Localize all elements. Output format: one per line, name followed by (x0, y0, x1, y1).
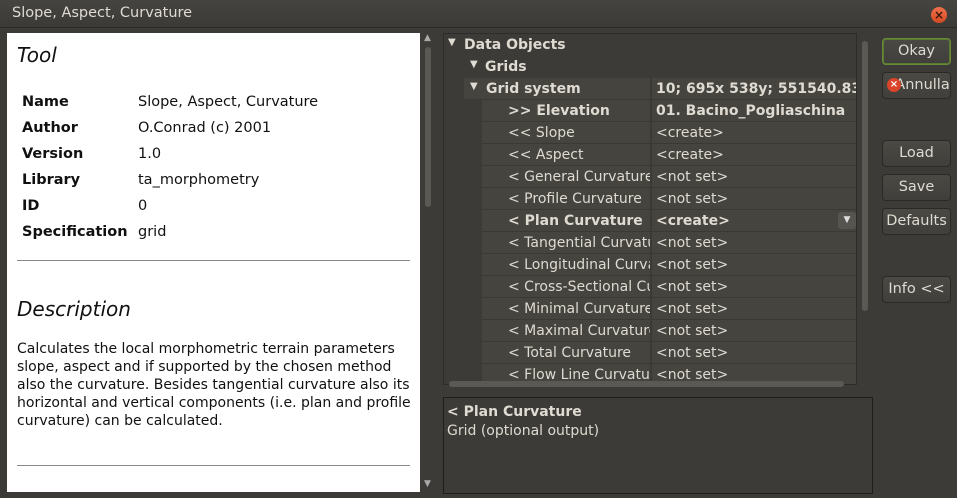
okay-button[interactable]: Okay (882, 38, 951, 65)
description-heading: Description (17, 297, 131, 321)
param-label: < Total Curvature (508, 345, 632, 361)
tool-info-table: Name Slope, Aspect, Curvature Author O.Con… (22, 89, 318, 245)
param-row-cross-sectional-curvature[interactable]: < Cross-Sectional Curvature <not set> (444, 276, 856, 298)
collapse-triangle-icon[interactable]: ▼ (448, 37, 456, 48)
tool-heading: Tool (17, 43, 57, 67)
param-row-tangential-curvature[interactable]: < Tangential Curvature <not set> (444, 232, 856, 254)
param-label: < Plan Curvature (508, 213, 643, 229)
parameter-description-box: < Plan Curvature Grid (optional output) (443, 397, 873, 494)
category-label: Grids (485, 59, 527, 75)
collapse-triangle-icon[interactable]: ▼ (470, 59, 478, 70)
param-row-elevation[interactable]: >> Elevation 01. Bacino_Pogliaschina (444, 100, 856, 122)
param-value[interactable]: <create> (656, 125, 856, 141)
param-value[interactable]: <create> (656, 213, 836, 229)
param-row-minimal-curvature[interactable]: < Minimal Curvature <not set> (444, 298, 856, 320)
info-row: Name Slope, Aspect, Curvature (22, 89, 318, 115)
info-row: Author O.Conrad (c) 2001 (22, 115, 318, 141)
param-value[interactable]: <create> (656, 147, 856, 163)
grid-horizontal-scrollbar[interactable] (443, 378, 857, 390)
cancel-button[interactable]: × Annulla (882, 72, 951, 99)
info-value: ta_morphometry (138, 172, 260, 188)
info-key: Name (22, 94, 69, 110)
scroll-thumb[interactable] (425, 47, 431, 207)
grid-scrollbar[interactable] (858, 33, 872, 385)
scroll-thumb[interactable] (449, 381, 844, 387)
tool-description: Calculates the local morphometric terrai… (17, 341, 411, 429)
scroll-up-icon[interactable]: ▲ (424, 33, 431, 43)
title-bar: Slope, Aspect, Curvature × (0, 0, 957, 28)
info-key: Author (22, 120, 78, 136)
param-value[interactable]: <not set> (656, 257, 856, 273)
param-label: < Longitudinal Curvature (508, 257, 650, 273)
param-row-longitudinal-curvature[interactable]: < Longitudinal Curvature <not set> (444, 254, 856, 276)
param-value[interactable]: <not set> (656, 323, 856, 339)
param-label: >> Elevation (508, 103, 610, 119)
param-label: < General Curvature (508, 169, 650, 185)
info-value: grid (138, 224, 167, 240)
param-label: << Slope (508, 125, 575, 141)
param-row-slope[interactable]: << Slope <create> (444, 122, 856, 144)
param-label: < Minimal Curvature (508, 301, 650, 317)
save-button[interactable]: Save (882, 174, 951, 201)
divider (17, 260, 410, 261)
param-value[interactable]: 01. Bacino_Pogliaschina (656, 103, 856, 119)
info-key: Version (22, 146, 84, 162)
info-key: Specification (22, 224, 128, 240)
close-icon[interactable]: × (931, 7, 947, 23)
category-label: Data Objects (464, 37, 566, 53)
param-value[interactable]: <not set> (656, 191, 856, 207)
info-value: 1.0 (138, 146, 162, 162)
grid-system-label: Grid system (486, 81, 581, 97)
param-row-total-curvature[interactable]: < Total Curvature <not set> (444, 342, 856, 364)
param-value[interactable]: <not set> (656, 279, 856, 295)
info-value: O.Conrad (c) 2001 (138, 120, 272, 136)
info-row: Library ta_morphometry (22, 167, 318, 193)
info-row: ID 0 (22, 193, 318, 219)
param-value[interactable]: <not set> (656, 169, 856, 185)
param-label: < Tangential Curvature (508, 235, 650, 251)
info-key: ID (22, 198, 40, 214)
scroll-down-icon[interactable]: ▼ (424, 479, 431, 489)
param-row-plan-curvature[interactable]: < Plan Curvature <create> ▼ (444, 210, 856, 232)
parameter-grid: ▼ Data Objects ▼ Grids ▼ Grid system 10;… (443, 33, 857, 385)
window-title: Slope, Aspect, Curvature (12, 5, 193, 21)
grid-system-value[interactable]: 10; 695x 538y; 551540.830064 (656, 81, 856, 97)
category-data-objects[interactable]: ▼ Data Objects (444, 34, 856, 56)
param-label: < Cross-Sectional Curvature (508, 279, 650, 295)
info-key: Library (22, 172, 81, 188)
category-grids[interactable]: ▼ Grids (444, 56, 856, 78)
selected-parameter-text: Grid (optional output) (447, 423, 600, 439)
info-value: Slope, Aspect, Curvature (138, 94, 319, 110)
scroll-thumb[interactable] (862, 41, 868, 311)
param-value[interactable]: <not set> (656, 345, 856, 361)
param-value[interactable]: <not set> (656, 235, 856, 251)
cancel-icon: × (887, 78, 901, 92)
grid-system-row[interactable]: ▼ Grid system 10; 695x 538y; 551540.8300… (444, 78, 856, 100)
tool-info-panel: Tool Name Slope, Aspect, Curvature Author… (7, 33, 420, 492)
param-label: < Profile Curvature (508, 191, 642, 207)
load-button[interactable]: Load (882, 140, 951, 167)
param-label: < Maximal Curvature (508, 323, 650, 339)
param-row-maximal-curvature[interactable]: < Maximal Curvature <not set> (444, 320, 856, 342)
param-row-profile-curvature[interactable]: < Profile Curvature <not set> (444, 188, 856, 210)
left-scrollbar[interactable]: ▲ ▼ (421, 33, 435, 492)
chevron-down-icon[interactable]: ▼ (838, 212, 856, 229)
divider (17, 465, 410, 466)
selected-parameter-title: < Plan Curvature (447, 404, 582, 420)
info-row: Version 1.0 (22, 141, 318, 167)
param-row-general-curvature[interactable]: < General Curvature <not set> (444, 166, 856, 188)
param-value[interactable]: <not set> (656, 301, 856, 317)
info-row: Specification grid (22, 219, 318, 245)
defaults-button[interactable]: Defaults (882, 208, 951, 235)
info-value: 0 (138, 198, 148, 214)
param-row-aspect[interactable]: << Aspect <create> (444, 144, 856, 166)
param-label: << Aspect (508, 147, 584, 163)
info-button[interactable]: Info << (882, 276, 951, 303)
collapse-triangle-icon[interactable]: ▼ (470, 81, 478, 92)
